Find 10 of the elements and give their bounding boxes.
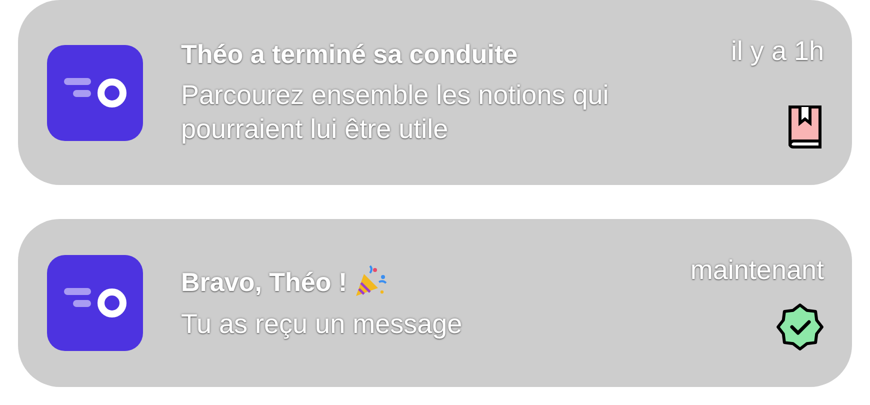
notification-time: il y a 1h	[730, 36, 824, 67]
verified-badge-icon	[776, 303, 824, 351]
app-logo-icon	[47, 44, 143, 140]
bookmark-book-icon	[786, 103, 824, 149]
app-logo-icon	[47, 255, 143, 351]
notification-title: Bravo, Théo !	[181, 266, 348, 298]
notification-message: Tu as reçu un message	[181, 308, 464, 341]
notification-card[interactable]: Bravo, Théo ! Tu as reçu un message maintenant	[18, 219, 852, 387]
notification-title: Théo a terminé sa conduite	[181, 39, 518, 70]
notification-time: maintenant	[690, 255, 824, 286]
